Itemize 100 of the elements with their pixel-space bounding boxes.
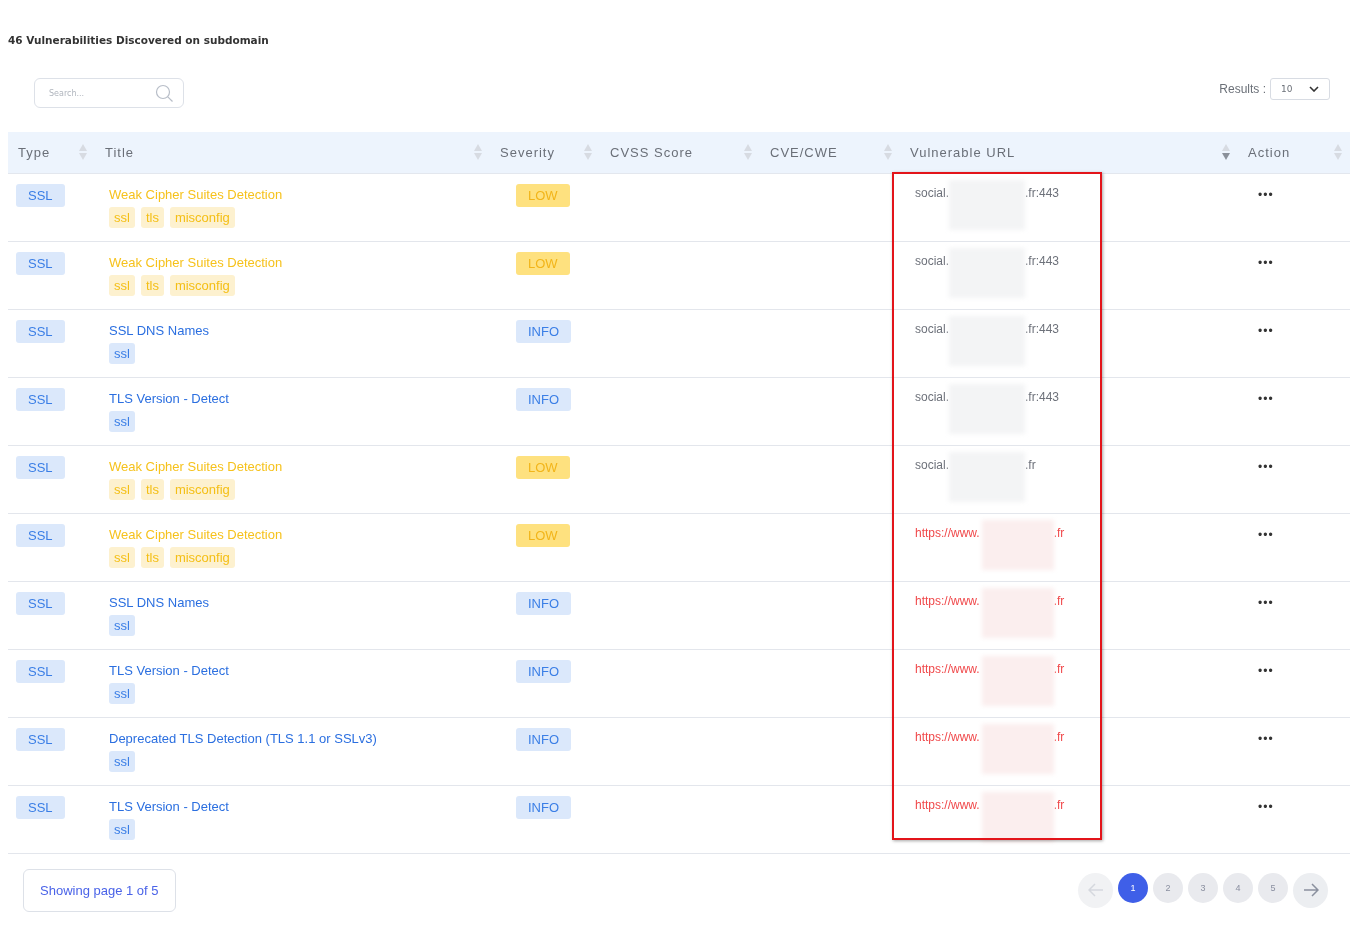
url-text[interactable]: https://www. bbox=[915, 593, 980, 608]
url-text[interactable]: https://www. bbox=[915, 797, 980, 812]
severity-badge: INFO bbox=[516, 795, 572, 819]
vulnerability-link[interactable]: TLS Version - Detect bbox=[109, 662, 229, 678]
type-badge: SSL bbox=[16, 319, 65, 343]
url-text[interactable]: .fr bbox=[1053, 593, 1065, 608]
sort-icon[interactable] bbox=[79, 144, 87, 161]
page-button[interactable]: 4 bbox=[1223, 872, 1253, 903]
url-text: social. bbox=[915, 253, 949, 268]
column-header[interactable]: Action bbox=[1248, 144, 1291, 160]
more-button[interactable]: ••• bbox=[1258, 527, 1274, 542]
url-text: .fr bbox=[1025, 457, 1036, 472]
tag: tls bbox=[140, 546, 164, 568]
type-badge: SSL bbox=[16, 659, 65, 683]
severity-badge: LOW bbox=[516, 183, 570, 207]
more-button[interactable]: ••• bbox=[1258, 731, 1274, 746]
tag: ssl bbox=[109, 546, 135, 568]
vulnerability-link[interactable]: TLS Version - Detect bbox=[109, 390, 229, 406]
url-text[interactable]: .fr bbox=[1053, 729, 1065, 744]
column-header[interactable]: Vulnerable URL bbox=[910, 144, 1016, 160]
url-text[interactable]: .fr bbox=[1053, 525, 1065, 540]
url-text: social. bbox=[915, 457, 949, 472]
url-text[interactable]: .fr bbox=[1053, 797, 1065, 812]
sort-icon[interactable] bbox=[884, 144, 892, 161]
results-select[interactable]: 10 bbox=[1270, 78, 1330, 100]
more-button[interactable]: ••• bbox=[1258, 255, 1274, 270]
url-text[interactable]: https://www. bbox=[915, 729, 980, 744]
tag: ssl bbox=[109, 274, 135, 296]
tag: ssl bbox=[109, 342, 135, 364]
tag: ssl bbox=[109, 750, 135, 772]
sort-icon[interactable] bbox=[1334, 144, 1342, 161]
severity-badge: LOW bbox=[516, 523, 570, 547]
type-badge: SSL bbox=[16, 183, 65, 207]
tag: ssl bbox=[109, 614, 135, 636]
severity-badge: INFO bbox=[516, 387, 572, 411]
search-icon bbox=[155, 84, 174, 103]
type-badge: SSL bbox=[16, 251, 65, 275]
page-button[interactable]: 1 bbox=[1118, 872, 1148, 903]
page-button[interactable]: 3 bbox=[1188, 872, 1218, 903]
sort-icon[interactable] bbox=[744, 144, 752, 161]
type-badge: SSL bbox=[16, 727, 65, 751]
page-heading: 46 Vulnerabilities Discovered on subdomain bbox=[8, 33, 270, 48]
type-badge: SSL bbox=[16, 591, 65, 615]
type-badge: SSL bbox=[16, 795, 65, 819]
more-button[interactable]: ••• bbox=[1258, 799, 1274, 814]
vulnerability-link[interactable]: SSL DNS Names bbox=[109, 594, 209, 610]
next-page-button[interactable] bbox=[1293, 872, 1328, 908]
url-text: .fr:443 bbox=[1025, 389, 1060, 404]
arrow-right-icon bbox=[1302, 883, 1319, 897]
url-text[interactable]: https://www. bbox=[915, 525, 980, 540]
tag: misconfig bbox=[169, 274, 235, 296]
tag: ssl bbox=[109, 206, 135, 228]
more-button[interactable]: ••• bbox=[1258, 459, 1274, 474]
column-header[interactable]: Type bbox=[18, 144, 51, 160]
url-text[interactable]: https://www. bbox=[915, 661, 980, 676]
tag: ssl bbox=[109, 818, 135, 840]
severity-badge: INFO bbox=[516, 319, 572, 343]
vulnerability-link[interactable]: TLS Version - Detect bbox=[109, 798, 229, 814]
tag: tls bbox=[140, 274, 164, 296]
chevron-icon bbox=[1309, 86, 1319, 92]
type-badge: SSL bbox=[16, 387, 65, 411]
url-text: social. bbox=[915, 185, 949, 200]
tag: ssl bbox=[109, 478, 135, 500]
page-button[interactable]: 2 bbox=[1153, 872, 1183, 903]
url-text[interactable]: .fr bbox=[1053, 661, 1065, 676]
url-text: .fr:443 bbox=[1025, 321, 1060, 336]
type-badge: SSL bbox=[16, 455, 65, 479]
previous-page-button[interactable] bbox=[1078, 872, 1113, 908]
more-button[interactable]: ••• bbox=[1258, 187, 1274, 202]
more-button[interactable]: ••• bbox=[1258, 391, 1274, 406]
column-header[interactable]: Severity bbox=[500, 144, 555, 160]
severity-badge: LOW bbox=[516, 455, 570, 479]
tag: misconfig bbox=[169, 206, 235, 228]
more-button[interactable]: ••• bbox=[1258, 663, 1274, 678]
results-label: Results : bbox=[1219, 82, 1266, 96]
more-button[interactable]: ••• bbox=[1258, 595, 1274, 610]
sort-icon[interactable] bbox=[474, 144, 482, 161]
tag: tls bbox=[140, 206, 164, 228]
severity-badge: INFO bbox=[516, 727, 572, 751]
vulnerability-link[interactable]: Deprecated TLS Detection (TLS 1.1 or SSLv3) bbox=[109, 730, 377, 746]
page-button[interactable]: 5 bbox=[1258, 872, 1288, 903]
search-field[interactable]: Search... bbox=[34, 78, 184, 108]
tag: tls bbox=[140, 478, 164, 500]
tag: misconfig bbox=[169, 478, 235, 500]
column-header[interactable]: Title bbox=[105, 144, 135, 160]
sort-icon[interactable] bbox=[1222, 144, 1230, 161]
type-badge: SSL bbox=[16, 523, 65, 547]
url-text: social. bbox=[915, 321, 949, 336]
vulnerability-link[interactable]: SSL DNS Names bbox=[109, 322, 209, 338]
severity-badge: INFO bbox=[516, 659, 572, 683]
tag: ssl bbox=[109, 682, 135, 704]
page-status: Showing page 1 of 5 bbox=[23, 868, 176, 912]
sort-icon[interactable] bbox=[584, 144, 592, 161]
url-text: .fr:443 bbox=[1025, 185, 1060, 200]
url-text: .fr:443 bbox=[1025, 253, 1060, 268]
url-text: social. bbox=[915, 389, 949, 404]
arrow-left-icon bbox=[1087, 883, 1104, 897]
severity-badge: LOW bbox=[516, 251, 570, 275]
column-header[interactable]: CVE/CWE bbox=[770, 144, 838, 160]
more-button[interactable]: ••• bbox=[1258, 323, 1274, 338]
